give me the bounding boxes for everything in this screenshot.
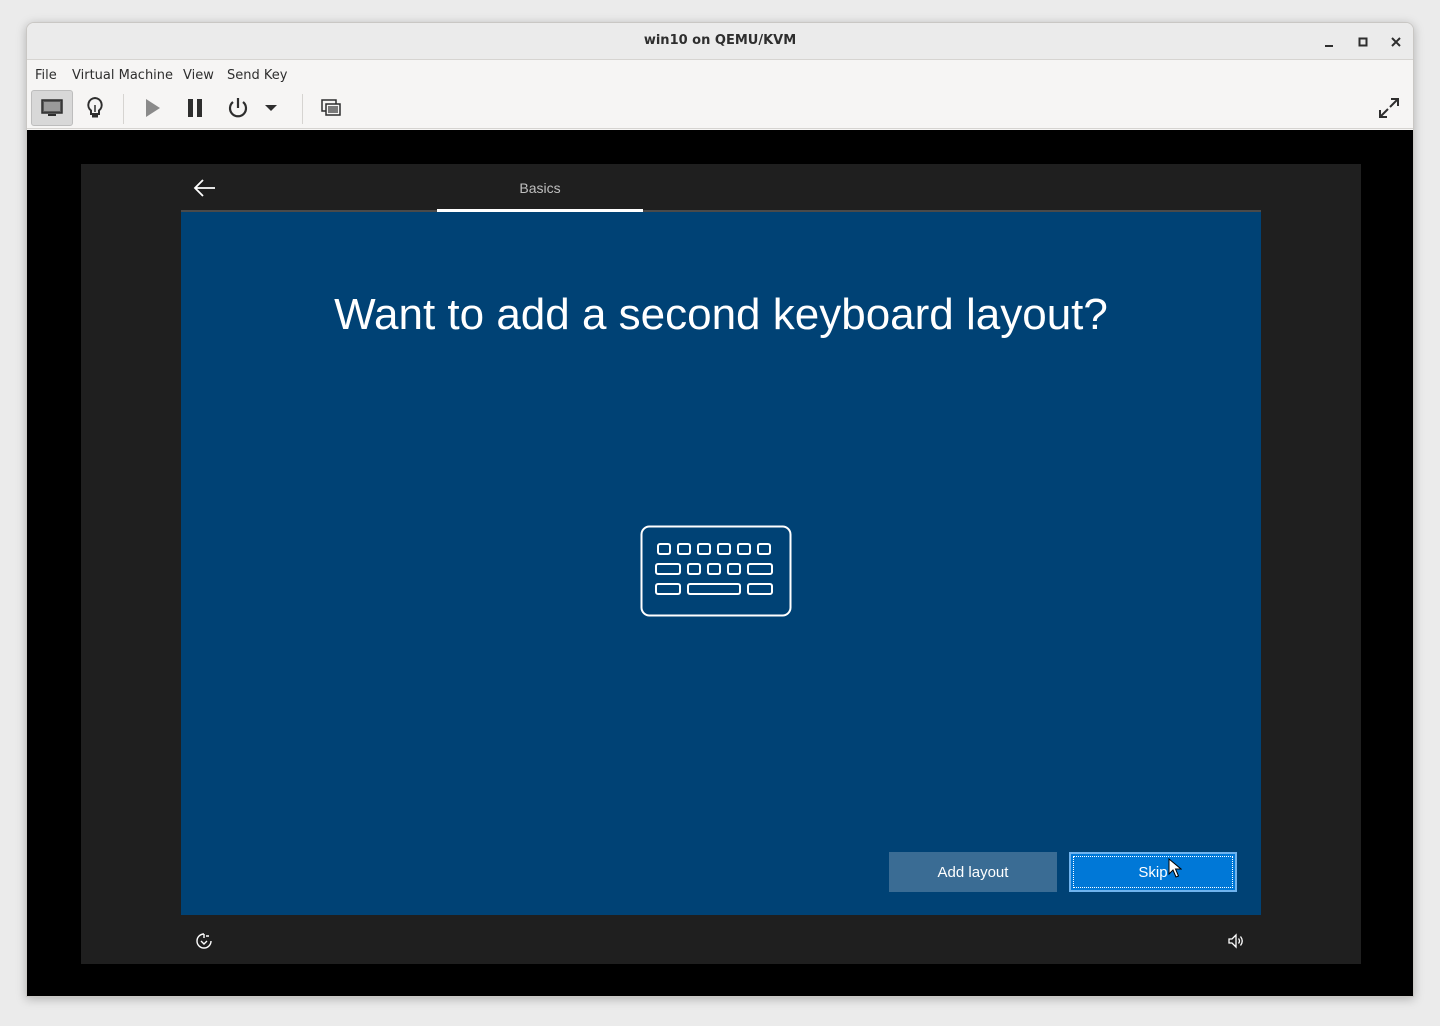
title-bar[interactable]: win10 on QEMU/KVM	[27, 23, 1413, 60]
skip-button[interactable]: Skip	[1069, 852, 1237, 892]
menu-view[interactable]: View	[183, 68, 214, 83]
play-icon	[146, 99, 160, 117]
shutdown-button[interactable]	[217, 90, 259, 126]
menu-file[interactable]: File	[35, 68, 57, 83]
back-button[interactable]	[191, 176, 219, 200]
snapshot-button[interactable]	[310, 90, 352, 126]
close-icon	[1391, 37, 1401, 47]
window-title: win10 on QEMU/KVM	[643, 33, 797, 48]
shutdown-menu-button[interactable]	[256, 90, 286, 126]
pause-button[interactable]	[174, 90, 216, 126]
guest-screen[interactable]: Basics Want to add a second keyboard lay…	[81, 164, 1361, 964]
tab-basics: Basics	[519, 180, 561, 196]
fullscreen-button[interactable]	[1368, 90, 1410, 126]
lightbulb-icon	[87, 96, 103, 118]
menu-bar: File Virtual Machine View Send Key	[27, 61, 1413, 88]
keyboard-icon	[640, 525, 792, 617]
fullscreen-icon	[1379, 98, 1399, 118]
back-arrow-icon	[193, 179, 215, 197]
volume-icon[interactable]	[1227, 933, 1245, 949]
details-view-button[interactable]	[74, 90, 116, 126]
screenshot-icon	[321, 99, 341, 116]
page-title: Want to add a second keyboard layout?	[334, 290, 1108, 339]
maximize-icon	[1358, 37, 1368, 47]
close-button[interactable]	[1384, 30, 1408, 54]
console-view-button[interactable]	[31, 90, 73, 126]
minimize-icon	[1325, 45, 1333, 47]
toolbar	[27, 88, 1413, 129]
maximize-button[interactable]	[1351, 30, 1375, 54]
menu-send-key[interactable]: Send Key	[227, 68, 287, 83]
run-button[interactable]	[131, 90, 173, 126]
add-layout-button[interactable]: Add layout	[889, 852, 1057, 892]
vm-display[interactable]: Basics Want to add a second keyboard lay…	[27, 130, 1413, 996]
ease-of-access-icon[interactable]	[195, 932, 213, 950]
dropdown-arrow-icon	[265, 105, 277, 111]
menu-virtual-machine[interactable]: Virtual Machine	[72, 68, 173, 83]
minimize-button[interactable]	[1317, 30, 1341, 54]
power-icon	[228, 98, 248, 118]
oobe-panel: Want to add a second keyboard layout? Ad…	[181, 212, 1261, 915]
virt-viewer-window: win10 on QEMU/KVM File Virtual Machine V…	[26, 22, 1414, 997]
mouse-cursor-icon	[1168, 858, 1182, 878]
monitor-icon	[41, 99, 63, 116]
pause-icon	[188, 99, 202, 117]
